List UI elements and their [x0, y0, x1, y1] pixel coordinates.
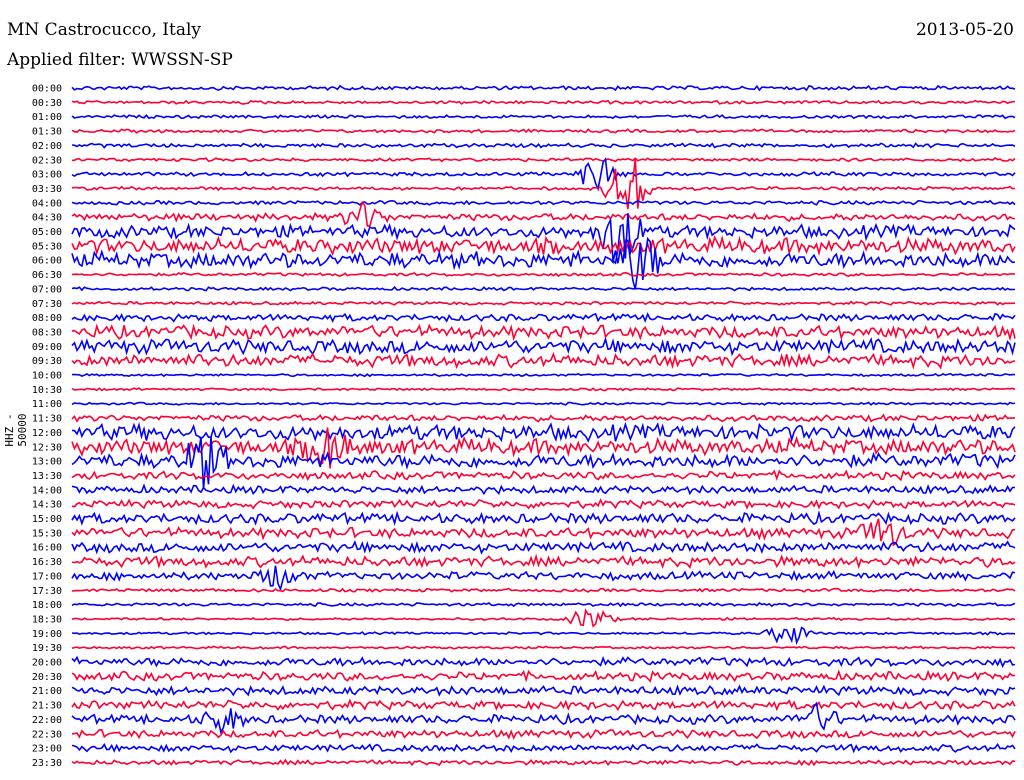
tick-label: 21:00 [32, 686, 62, 697]
trace-line [71, 655, 1016, 669]
tick-label: 15:00 [32, 514, 62, 525]
tick-label: 23:30 [32, 758, 62, 769]
tick-label: 11:30 [32, 414, 62, 425]
tick-label: 00:00 [32, 84, 62, 95]
trace-line [71, 698, 1016, 712]
tick-label: 02:30 [32, 155, 62, 166]
trace-line [71, 372, 1015, 378]
tick-label: 03:00 [32, 170, 62, 181]
tick-label: 18:30 [32, 614, 62, 625]
trace-line [71, 199, 1016, 206]
trace-line [71, 483, 1015, 496]
tick-label: 10:30 [32, 385, 62, 396]
tick-label: 22:30 [32, 729, 62, 740]
tick-label: 09:00 [32, 342, 62, 353]
trace-line [71, 312, 1016, 323]
trace-line [71, 645, 1016, 650]
trace-line [71, 158, 1016, 210]
tick-label: 21:30 [32, 701, 62, 712]
tick-label: 12:30 [32, 442, 62, 453]
trace-line [71, 323, 1016, 342]
tick-label: 17:00 [32, 571, 62, 582]
trace-line [71, 684, 1016, 697]
tick-label: 12:00 [32, 428, 62, 439]
tick-label: 14:30 [32, 500, 62, 511]
trace-line [71, 235, 1016, 257]
tick-label: 19:30 [32, 643, 62, 654]
trace-line [71, 669, 1016, 683]
trace-line [71, 300, 1016, 306]
tick-label: 07:30 [32, 299, 62, 310]
trace-line [71, 510, 1016, 526]
tick-label: 14:00 [32, 485, 62, 496]
tick-label: 03:30 [32, 184, 62, 195]
tick-label: 08:30 [32, 327, 62, 338]
tick-label: 20:00 [32, 658, 62, 669]
trace-line [71, 728, 1016, 740]
tick-label: 07:00 [32, 284, 62, 295]
tick-label: 04:00 [32, 198, 62, 209]
tick-label: 04:30 [32, 213, 62, 224]
trace-line [71, 540, 1016, 555]
trace-line [71, 142, 1016, 149]
tick-label: 17:30 [32, 586, 62, 597]
trace-line [71, 128, 1016, 134]
tick-label: 11:00 [32, 399, 62, 410]
tick-label: 08:00 [32, 313, 62, 324]
trace-line [71, 99, 1016, 105]
tick-label: 00:30 [32, 98, 62, 109]
time-tick-labels: 00:00 00:30 01:00 01:30 02:00 02:30 03:00 03:30… [32, 84, 62, 769]
tick-label: 20:30 [32, 672, 62, 683]
trace-line [71, 608, 1016, 628]
trace-line [71, 565, 1016, 592]
trace-line [71, 553, 1016, 570]
tick-label: 19:00 [32, 629, 62, 640]
seismogram-plot: 00:00 00:30 01:00 01:30 02:00 02:30 03:00 03:30… [32, 84, 1016, 769]
tick-label: 01:00 [32, 112, 62, 123]
trace-line [71, 336, 1016, 357]
tick-label: 09:30 [32, 356, 62, 367]
trace-line [71, 286, 1015, 292]
tick-label: 16:30 [32, 557, 62, 568]
tick-label: 23:00 [32, 744, 62, 755]
tick-label: 22:00 [32, 715, 62, 726]
trace-line [71, 157, 1016, 163]
trace-line [71, 758, 1016, 767]
tick-label: 10:00 [32, 371, 62, 382]
tick-label: 06:00 [32, 256, 62, 267]
trace-line [71, 498, 1016, 510]
trace-line [71, 413, 1016, 423]
trace-lines [71, 84, 1016, 767]
trace-line [71, 742, 1016, 754]
tick-label: 13:00 [32, 457, 62, 468]
tick-label: 05:00 [32, 227, 62, 238]
tick-label: 05:30 [32, 241, 62, 252]
trace-line [71, 200, 1016, 228]
tick-label: 18:00 [32, 600, 62, 611]
trace-line [71, 351, 1016, 370]
trace-line [71, 601, 1016, 608]
tick-label: 01:30 [32, 127, 62, 138]
tick-label: 13:30 [32, 471, 62, 482]
tick-label: 16:00 [32, 543, 62, 554]
tick-label: 02:00 [32, 141, 62, 152]
trace-line [71, 587, 1016, 593]
tick-label: 06:30 [32, 270, 62, 281]
trace-line [71, 271, 1016, 278]
trace-line [71, 113, 1016, 120]
trace-line [71, 387, 1016, 392]
trace-line [71, 401, 1016, 406]
trace-line [71, 236, 1016, 290]
trace-line [71, 626, 1016, 645]
trace-line [71, 421, 1016, 443]
trace-line [71, 157, 1016, 192]
trace-line [71, 84, 1016, 92]
tick-label: 15:30 [32, 528, 62, 539]
